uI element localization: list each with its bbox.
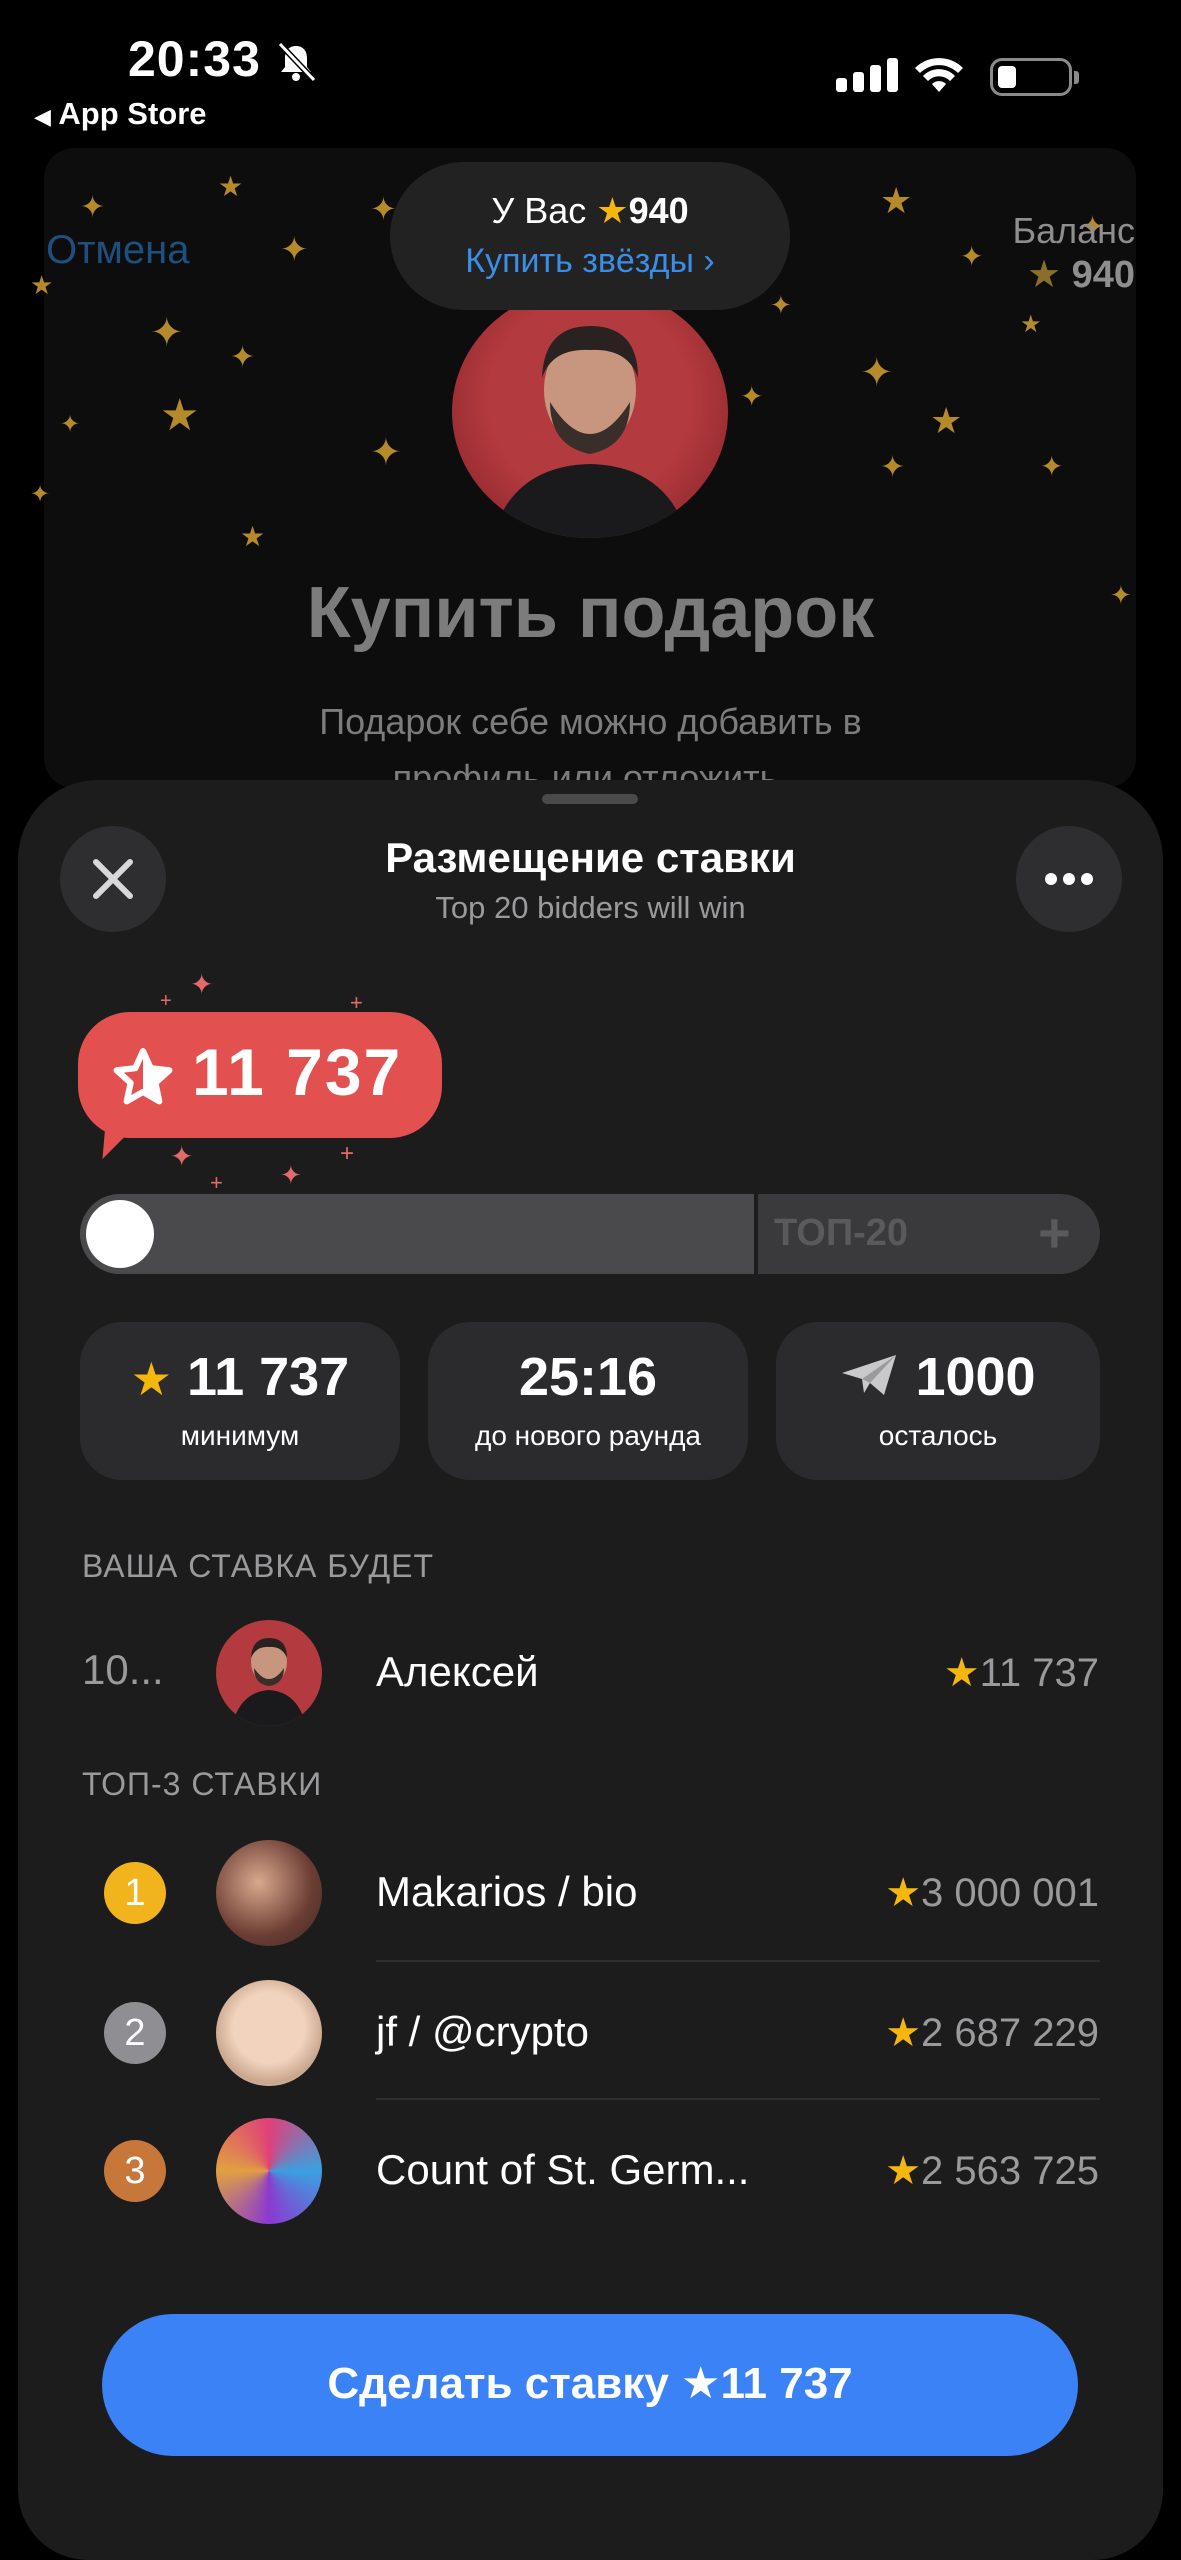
bid-bubble-value: 11 737 — [192, 1035, 403, 1109]
back-triangle-icon: ◀ — [34, 104, 51, 129]
rank-badge-1: 1 — [104, 1862, 166, 1924]
slider-top-label: ТОП-20 — [774, 1212, 909, 1254]
cellular-signal-icon — [836, 58, 904, 92]
stat-card-timer: 25:16 до нового раунда — [428, 1322, 748, 1480]
your-avatar — [216, 1620, 322, 1726]
bidder-amount-2: ★2 687 229 — [885, 2010, 1099, 2056]
your-bid-section-label: ВАША СТАВКА БУДЕТ — [82, 1548, 434, 1584]
place-bid-amount: 11 737 — [720, 2359, 853, 2408]
star-icon: ★ — [885, 1871, 922, 1915]
your-bid-amount: ★11 737 — [944, 1650, 1099, 1696]
person-silhouette-icon — [232, 1638, 306, 1726]
back-app-label: App Store — [58, 96, 207, 131]
bid-slider-fill — [80, 1194, 756, 1274]
bidder-avatar-1 — [216, 1840, 322, 1946]
stat-card-minimum: ★ 11 737 минимум — [80, 1322, 400, 1480]
slider-divider — [754, 1194, 758, 1274]
silent-bell-icon — [277, 41, 317, 83]
star-icon: ★ — [885, 2149, 922, 2193]
sheet-subtitle: Top 20 bidders will win — [435, 890, 746, 925]
sheet-grabber[interactable] — [542, 794, 638, 804]
status-time: 20:33 — [128, 31, 261, 87]
tooltip-prefix: У Вас — [491, 190, 587, 231]
chevron-right-icon: › — [703, 242, 715, 280]
bidder-name-3: Count of St. Germ... — [376, 2146, 750, 2193]
recipient-avatar — [452, 286, 728, 538]
top3-section-label: ТОП-3 СТАВКИ — [82, 1766, 323, 1802]
place-bid-button[interactable]: Сделать ставку ★11 737 — [102, 2314, 1078, 2456]
balance-value: ★ 940 — [1027, 252, 1135, 297]
row-divider — [376, 1960, 1100, 1962]
buy-stars-link[interactable]: Купить звёзды › — [390, 242, 790, 281]
page-subtitle-line1: Подарок себе можно добавить в — [319, 701, 862, 742]
your-bid-place: 10... — [82, 1646, 164, 1693]
stat-minimum-value: 11 737 — [187, 1347, 350, 1407]
stat-timer-value: 25:16 — [518, 1347, 658, 1407]
bidder-amount-3: ★2 563 725 — [885, 2148, 1099, 2194]
bidder-amount-2-value: 2 687 229 — [921, 2011, 1099, 2055]
place-bid-label: Сделать ставку — [327, 2359, 669, 2408]
bidder-avatar-3 — [216, 2118, 322, 2224]
stat-timer-caption: до нового раунда — [474, 1420, 701, 1451]
tooltip-stars: 940 — [628, 190, 689, 231]
bid-slider-knob[interactable] — [86, 1200, 154, 1268]
rank-badge-3: 3 — [104, 2140, 166, 2202]
slider-plus-button[interactable]: + — [1038, 1200, 1071, 1265]
row-divider — [376, 2098, 1100, 2100]
star-icon: ★ — [1026, 254, 1062, 296]
person-silhouette-icon — [492, 326, 688, 538]
bidder-amount-3-value: 2 563 725 — [921, 2149, 1099, 2193]
star-icon: ★ — [681, 2359, 721, 2408]
star-icon: ★ — [885, 2011, 922, 2055]
sheet-title: Размещение ставки — [385, 834, 796, 881]
balance-label: Баланс — [1012, 210, 1135, 251]
stat-remaining-caption: осталось — [878, 1420, 998, 1451]
bidder-amount-1: ★3 000 001 — [885, 1870, 1099, 1916]
plane-icon — [842, 1355, 897, 1395]
stat-remaining-value: 1000 — [915, 1347, 1036, 1407]
star-icon: ★ — [596, 190, 629, 231]
back-to-app-link[interactable]: ◀ App Store — [34, 96, 207, 132]
bidder-name-1: Makarios / bio — [376, 1868, 638, 1915]
balance-tooltip: У Вас ★940 Купить звёзды › — [390, 162, 790, 310]
battery-icon — [990, 58, 1079, 96]
your-bid-name: Алексей — [376, 1648, 539, 1695]
buy-stars-label: Купить звёзды — [465, 242, 694, 280]
stat-minimum-caption: минимум — [180, 1420, 300, 1451]
bidder-avatar-2 — [216, 1980, 322, 2086]
balance-amount: 940 — [1071, 254, 1135, 296]
star-icon: ★ — [943, 1651, 980, 1695]
page-subtitle: Подарок себе можно добавить в профиль ил… — [0, 694, 1181, 790]
wifi-icon — [915, 58, 963, 92]
star-icon: ★ — [130, 1353, 173, 1405]
page-title: Купить подарок — [306, 573, 875, 653]
cancel-button[interactable]: Отмена — [46, 228, 190, 273]
star-icon — [113, 1048, 173, 1105]
rank-badge-2: 2 — [104, 2002, 166, 2064]
bidder-amount-1-value: 3 000 001 — [921, 1871, 1099, 1915]
stat-card-remaining: 1000 осталось — [776, 1322, 1100, 1480]
bidder-name-2: jf / @crypto — [376, 2008, 590, 2055]
your-bid-amount-value: 11 737 — [979, 1651, 1099, 1695]
